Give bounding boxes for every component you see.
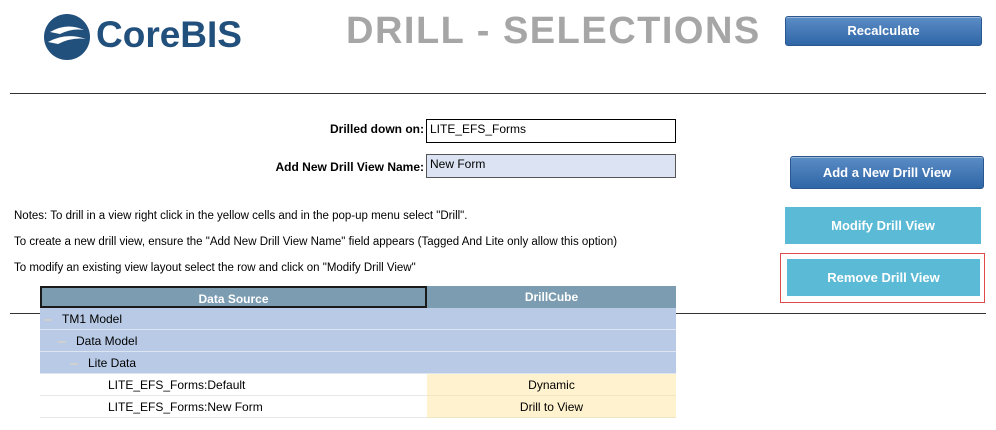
remove-drill-view-button[interactable]: Remove Drill View xyxy=(787,259,980,296)
tree-cell[interactable]: Lite Data xyxy=(40,352,427,374)
drillcube-cell[interactable]: Drill to View xyxy=(427,396,676,418)
note-create-instructions: To create a new drill view, ensure the "… xyxy=(14,236,618,248)
data-source-cell[interactable]: LITE_EFS_Forms:New Form xyxy=(40,396,427,418)
tree-cell[interactable]: Data Model xyxy=(40,330,427,352)
tree-cell[interactable]: TM1 Model xyxy=(40,308,427,330)
drill-table: Data Source DrillCube TM1 Model Data Mod… xyxy=(40,286,676,418)
tree-label: TM1 Model xyxy=(62,312,123,326)
recalculate-button[interactable]: Recalculate xyxy=(785,16,982,46)
new-drill-view-name-field[interactable]: New Form xyxy=(426,154,676,178)
tree-label: Data Model xyxy=(76,334,138,348)
logo-text: CoreBIS xyxy=(96,14,242,55)
tree-label: Lite Data xyxy=(88,356,137,370)
collapse-icon[interactable] xyxy=(44,318,52,321)
note-modify-instructions: To modify an existing view layout select… xyxy=(14,262,416,274)
collapse-icon[interactable] xyxy=(70,362,78,365)
new-drill-view-name-label: Add New Drill View Name: xyxy=(275,160,424,174)
drillcube-cell xyxy=(427,330,676,352)
collapse-icon[interactable] xyxy=(58,340,66,343)
page-title: DRILL - SELECTIONS xyxy=(346,10,761,52)
table-row[interactable]: Lite Data xyxy=(40,352,676,374)
drillcube-cell xyxy=(427,308,676,330)
modify-drill-view-button[interactable]: Modify Drill View xyxy=(785,207,981,244)
drillcube-cell xyxy=(427,352,676,374)
table-row[interactable]: LITE_EFS_Forms:New Form Drill to View xyxy=(40,396,676,418)
table-row[interactable]: Data Model xyxy=(40,330,676,352)
drilled-down-label: Drilled down on: xyxy=(330,122,424,136)
add-drill-view-button[interactable]: Add a New Drill View xyxy=(790,156,984,189)
table-header-row: Data Source DrillCube xyxy=(40,286,676,308)
column-header-data-source[interactable]: Data Source xyxy=(40,286,427,308)
drillcube-cell[interactable]: Dynamic xyxy=(427,374,676,396)
drilled-down-field[interactable]: LITE_EFS_Forms xyxy=(426,119,676,143)
table-row[interactable]: TM1 Model xyxy=(40,308,676,330)
corebis-logo-icon xyxy=(44,14,90,60)
data-source-cell[interactable]: LITE_EFS_Forms:Default xyxy=(40,374,427,396)
divider-top xyxy=(10,93,986,94)
note-drill-instructions: Notes: To drill in a view right click in… xyxy=(14,210,468,222)
table-row[interactable]: LITE_EFS_Forms:Default Dynamic xyxy=(40,374,676,396)
column-header-drillcube[interactable]: DrillCube xyxy=(427,286,676,308)
